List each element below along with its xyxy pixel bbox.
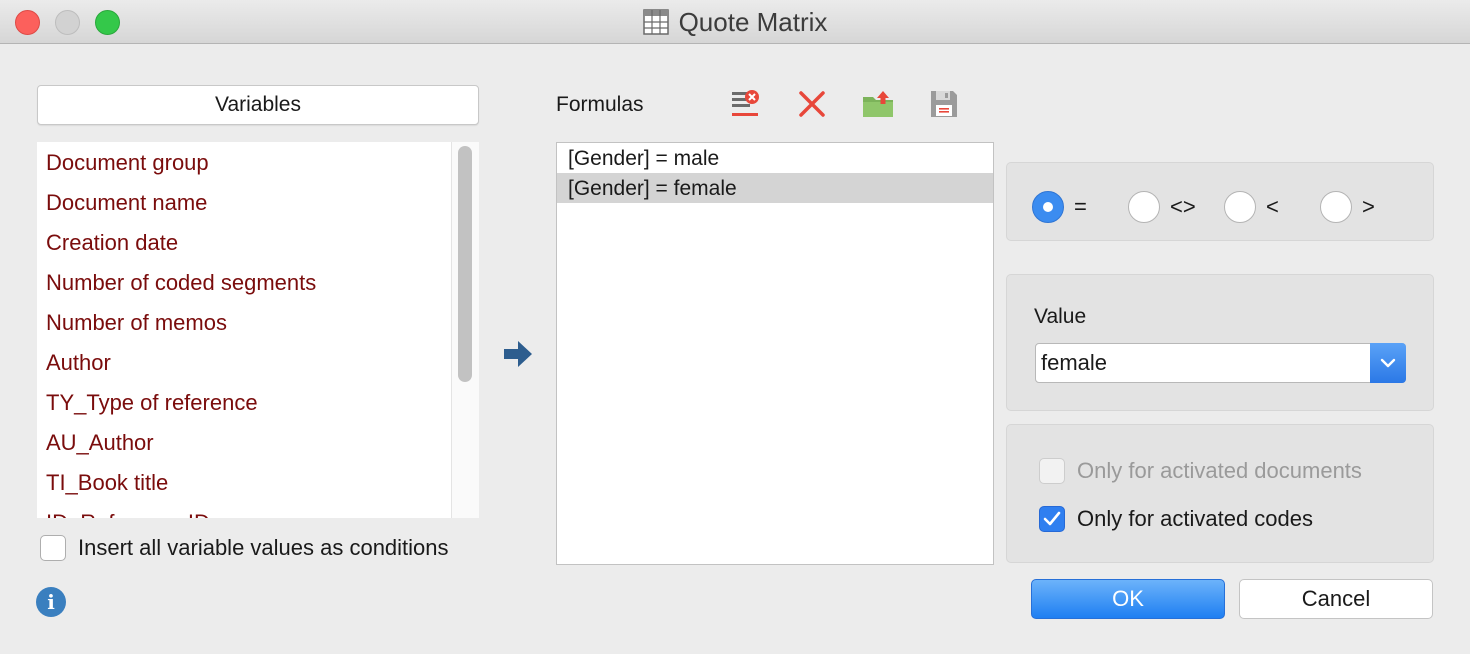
variable-item[interactable]: Creation date	[37, 222, 479, 262]
variable-item[interactable]: Document group	[37, 142, 479, 182]
formula-item[interactable]: [Gender] = male	[557, 143, 993, 173]
delete-formula-button[interactable]	[794, 86, 830, 122]
open-formulas-button[interactable]	[860, 86, 896, 122]
radio-icon[interactable]	[1320, 191, 1352, 223]
variable-item[interactable]: TY_Type of reference	[37, 382, 479, 422]
operator-equals-radio[interactable]: =	[1032, 191, 1087, 223]
open-folder-icon	[863, 91, 893, 117]
operator-greater-than-radio[interactable]: >	[1320, 191, 1375, 223]
variable-item[interactable]: ID_Reference ID	[37, 502, 479, 518]
variable-item[interactable]: Document name	[37, 182, 479, 222]
add-to-formula-arrow-icon[interactable]	[502, 338, 534, 370]
operator-label: <>	[1170, 194, 1196, 219]
variables-header: Variables	[37, 85, 479, 125]
value-panel: Value female	[1006, 274, 1434, 411]
variables-scrollbar[interactable]	[451, 142, 479, 518]
operator-not-equals-radio[interactable]: <>	[1128, 191, 1196, 223]
value-label: Value	[1034, 305, 1087, 328]
insert-all-checkbox[interactable]	[40, 535, 66, 561]
chevron-down-icon	[1380, 358, 1396, 368]
clear-formulas-button[interactable]	[728, 86, 764, 122]
options-panel: Only for activated documents Only for ac…	[1006, 424, 1434, 563]
formulas-list[interactable]: [Gender] = male [Gender] = female	[556, 142, 994, 565]
variables-scroll-thumb[interactable]	[458, 146, 472, 382]
activated-documents-checkbox	[1039, 458, 1065, 484]
clear-list-icon	[732, 90, 759, 116]
value-dropdown[interactable]: female	[1035, 343, 1406, 383]
formulas-label: Formulas	[556, 93, 644, 116]
variable-item[interactable]: Number of memos	[37, 302, 479, 342]
info-icon[interactable]: i	[36, 587, 66, 617]
value-dropdown-selected: female	[1041, 350, 1108, 375]
variables-list[interactable]: Document group Document name Creation da…	[37, 142, 479, 518]
cancel-button[interactable]: Cancel	[1239, 579, 1433, 619]
title-bar: Quote Matrix	[0, 0, 1470, 44]
activated-documents-option: Only for activated documents	[1039, 458, 1362, 484]
operator-label: <	[1266, 194, 1279, 219]
insert-all-label: Insert all variable values as conditions	[78, 535, 449, 560]
operator-less-than-radio[interactable]: <	[1224, 191, 1279, 223]
variable-item[interactable]: Number of coded segments	[37, 262, 479, 302]
radio-icon[interactable]	[1224, 191, 1256, 223]
variable-item[interactable]: Author	[37, 342, 479, 382]
checkmark-icon	[1043, 511, 1061, 526]
operator-label: =	[1074, 194, 1087, 219]
activated-codes-label: Only for activated codes	[1077, 506, 1314, 531]
formula-item-selected[interactable]: [Gender] = female	[557, 173, 993, 203]
window-title: Quote Matrix	[678, 6, 828, 37]
save-disk-icon	[931, 91, 957, 117]
variable-item[interactable]: AU_Author	[37, 422, 479, 462]
activated-codes-option[interactable]: Only for activated codes	[1039, 506, 1313, 532]
radio-icon[interactable]	[1128, 191, 1160, 223]
operator-label: >	[1362, 194, 1375, 219]
variable-item[interactable]: TI_Book title	[37, 462, 479, 502]
save-formulas-button[interactable]	[926, 86, 962, 122]
dropdown-button[interactable]	[1370, 343, 1406, 383]
window-title-group: Quote Matrix	[0, 0, 1470, 44]
activated-documents-label: Only for activated documents	[1077, 458, 1362, 483]
table-grid-icon	[642, 9, 669, 35]
operator-panel: = <> < >	[1006, 162, 1434, 241]
delete-x-icon	[799, 91, 825, 117]
insert-all-row[interactable]: Insert all variable values as conditions	[40, 535, 449, 561]
radio-selected-icon[interactable]	[1032, 191, 1064, 223]
ok-button[interactable]: OK	[1031, 579, 1225, 619]
activated-codes-checkbox[interactable]	[1039, 506, 1065, 532]
